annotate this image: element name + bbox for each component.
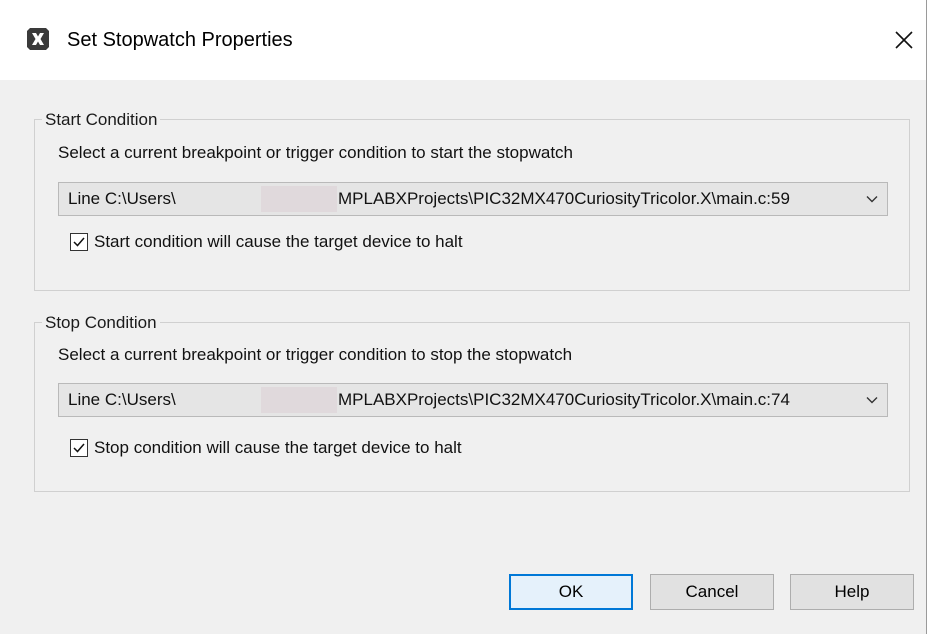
checkmark-icon xyxy=(73,237,85,247)
start-condition-legend: Start Condition xyxy=(42,110,161,130)
ok-button[interactable]: OK xyxy=(509,574,633,610)
stop-combo-path-prefix: Line C:\Users\ xyxy=(68,390,176,409)
cancel-button[interactable]: Cancel xyxy=(650,574,774,610)
stop-combo-path-suffix: MPLABXProjects\PIC32MX470CuriosityTricol… xyxy=(338,390,790,409)
start-halt-checkbox[interactable] xyxy=(70,233,88,251)
redacted-username xyxy=(261,186,337,212)
start-halt-option[interactable]: Start condition will cause the target de… xyxy=(70,232,463,252)
stop-halt-label: Stop condition will cause the target dev… xyxy=(94,438,462,457)
mplab-x-icon xyxy=(27,28,49,50)
redacted-username xyxy=(261,387,337,413)
stop-condition-description: Select a current breakpoint or trigger c… xyxy=(58,345,573,364)
start-combo-path-prefix: Line C:\Users\ xyxy=(68,189,176,208)
start-combo-path-suffix: MPLABXProjects\PIC32MX470CuriosityTricol… xyxy=(338,189,790,208)
close-button[interactable] xyxy=(882,18,926,62)
start-halt-label: Start condition will cause the target de… xyxy=(94,232,463,251)
chevron-down-icon xyxy=(866,397,878,404)
stop-condition-select[interactable]: Line C:\Users\ MPLABXProjects\PIC32MX470… xyxy=(58,383,888,417)
start-condition-select[interactable]: Line C:\Users\ MPLABXProjects\PIC32MX470… xyxy=(58,182,888,216)
help-button[interactable]: Help xyxy=(790,574,914,610)
stop-condition-legend: Stop Condition xyxy=(42,313,160,333)
stop-halt-checkbox[interactable] xyxy=(70,439,88,457)
checkmark-icon xyxy=(73,443,85,453)
dialog-title: Set Stopwatch Properties xyxy=(67,29,293,51)
stop-halt-option[interactable]: Stop condition will cause the target dev… xyxy=(70,438,462,458)
chevron-down-icon xyxy=(866,196,878,203)
close-icon xyxy=(895,31,913,49)
title-bar[interactable]: Set Stopwatch Properties xyxy=(0,0,927,80)
start-condition-description: Select a current breakpoint or trigger c… xyxy=(58,143,573,162)
stopwatch-properties-dialog: Set Stopwatch Properties Start Condition… xyxy=(0,0,927,634)
